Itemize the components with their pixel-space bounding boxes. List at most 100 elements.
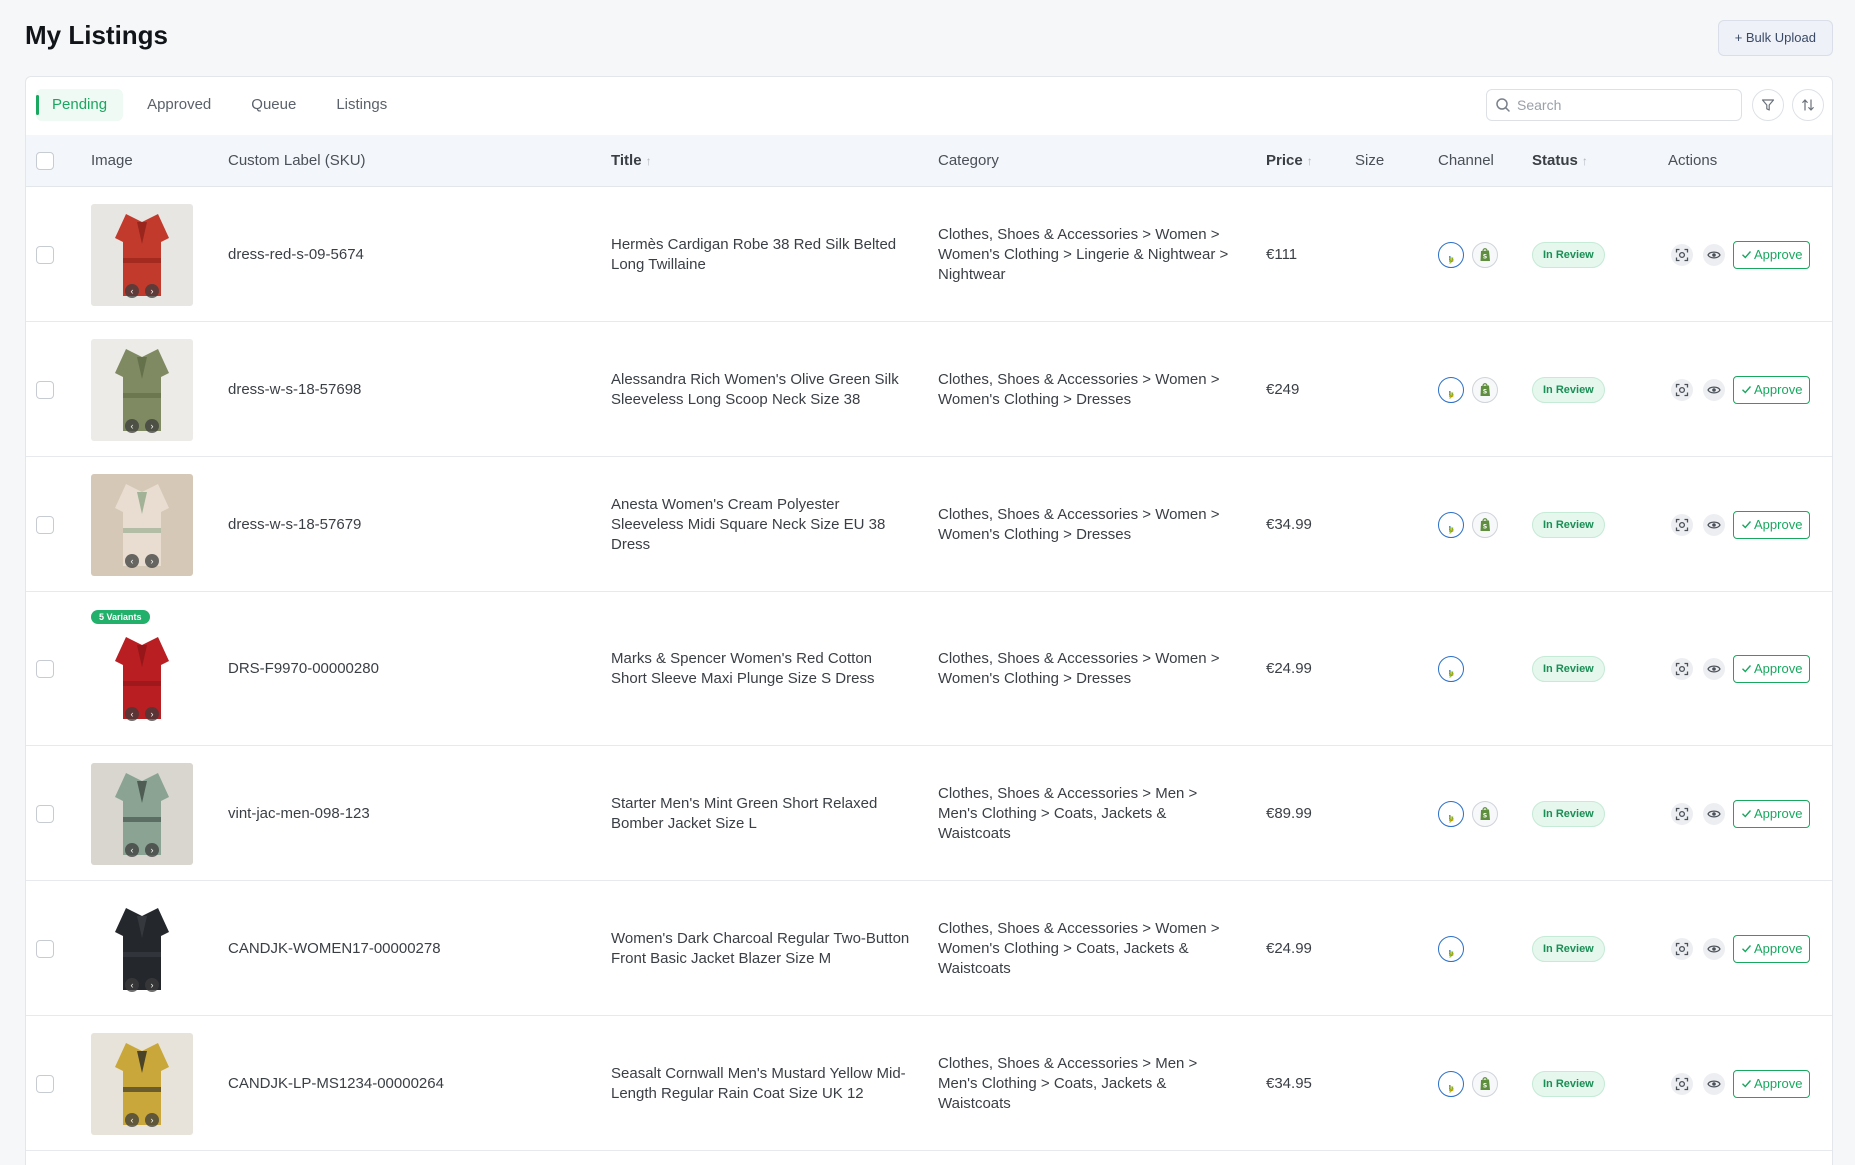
sort-icon bbox=[1802, 99, 1814, 111]
price-cell: €24.99 bbox=[1266, 660, 1312, 677]
prev-image-icon[interactable]: ‹ bbox=[125, 283, 139, 298]
filter-icon bbox=[1761, 99, 1775, 111]
sku-cell: dress-w-s-18-57679 bbox=[228, 515, 362, 533]
focus-preview-button[interactable] bbox=[1671, 243, 1693, 266]
prev-image-icon[interactable]: ‹ bbox=[125, 977, 139, 992]
listings-panel: Pending Approved Queue Listings Image Cu… bbox=[25, 76, 1833, 1165]
focus-preview-button[interactable] bbox=[1671, 378, 1693, 401]
price-cell: €89.99 bbox=[1266, 804, 1312, 822]
focus-preview-button[interactable] bbox=[1671, 802, 1693, 825]
next-image-icon[interactable]: › bbox=[145, 707, 159, 721]
product-thumbnail[interactable]: ‹ › bbox=[91, 203, 193, 306]
view-button[interactable] bbox=[1703, 243, 1725, 266]
search-input[interactable] bbox=[1517, 90, 1737, 120]
focus-icon bbox=[1675, 1077, 1689, 1090]
ebay-icon: ebay bbox=[1438, 1070, 1464, 1097]
status-badge: In Review bbox=[1532, 656, 1605, 682]
image-carousel-nav: ‹ › bbox=[91, 707, 193, 721]
prev-image-icon[interactable]: ‹ bbox=[125, 553, 139, 568]
tab-queue[interactable]: Queue bbox=[235, 89, 312, 121]
svg-text:S: S bbox=[1483, 253, 1487, 260]
product-thumbnail[interactable]: ‹ › bbox=[91, 627, 193, 729]
view-button[interactable] bbox=[1703, 1072, 1725, 1095]
tab-approved[interactable]: Approved bbox=[131, 89, 227, 121]
header-title[interactable]: Title ↑ bbox=[611, 135, 652, 187]
row-checkbox[interactable] bbox=[36, 1074, 54, 1093]
prev-image-icon[interactable]: ‹ bbox=[125, 707, 139, 721]
product-thumbnail[interactable]: ‹ › bbox=[91, 762, 193, 865]
sort-arrow-icon: ↑ bbox=[1581, 154, 1588, 168]
row-checkbox[interactable] bbox=[36, 939, 54, 958]
status-badge: In Review bbox=[1532, 935, 1605, 962]
row-checkbox[interactable] bbox=[36, 245, 54, 264]
approve-label: Approve bbox=[1754, 661, 1803, 676]
bulk-upload-button[interactable]: + Bulk Upload bbox=[1717, 20, 1833, 56]
eye-icon bbox=[1707, 665, 1721, 673]
row-checkbox[interactable] bbox=[36, 380, 54, 399]
focus-preview-button[interactable] bbox=[1671, 937, 1693, 960]
next-image-icon[interactable]: › bbox=[145, 553, 159, 568]
view-button[interactable] bbox=[1703, 658, 1725, 680]
prev-image-icon[interactable]: ‹ bbox=[125, 842, 139, 857]
price-cell: €24.99 bbox=[1266, 939, 1312, 957]
category-text: Clothes, Shoes & Accessories > Women > W… bbox=[938, 370, 1220, 408]
product-thumbnail[interactable]: ‹ › bbox=[91, 338, 193, 441]
tab-bar: Pending Approved Queue Listings bbox=[36, 89, 403, 121]
product-thumbnail[interactable]: ‹ › bbox=[91, 897, 193, 1000]
prev-image-icon[interactable]: ‹ bbox=[125, 1112, 139, 1127]
prev-image-icon[interactable]: ‹ bbox=[125, 418, 139, 433]
approve-button[interactable]: Approve bbox=[1733, 375, 1811, 404]
tab-pending[interactable]: Pending bbox=[36, 89, 124, 121]
header-price[interactable]: Price ↑ bbox=[1266, 135, 1313, 187]
header-status[interactable]: Status ↑ bbox=[1532, 135, 1588, 187]
approve-button[interactable]: Approve bbox=[1733, 510, 1811, 539]
row-checkbox[interactable] bbox=[36, 804, 54, 823]
approve-button[interactable]: Approve bbox=[1733, 799, 1811, 828]
approve-button[interactable]: Approve bbox=[1733, 240, 1811, 269]
ebay-icon: ebay bbox=[1438, 935, 1464, 962]
sku-cell: CANDJK-LP-MS1234-00000264 bbox=[228, 1074, 444, 1092]
eye-icon bbox=[1707, 1080, 1721, 1087]
approve-button[interactable]: Approve bbox=[1733, 655, 1811, 683]
image-carousel-nav: ‹ › bbox=[91, 1112, 193, 1127]
product-thumbnail[interactable]: ‹ › bbox=[91, 473, 193, 576]
view-button[interactable] bbox=[1703, 937, 1725, 960]
focus-preview-button[interactable] bbox=[1671, 1072, 1693, 1095]
select-all-checkbox[interactable] bbox=[36, 152, 54, 170]
status-badge: In Review bbox=[1532, 241, 1605, 268]
next-image-icon[interactable]: › bbox=[145, 977, 159, 992]
view-button[interactable] bbox=[1703, 513, 1725, 536]
sort-button[interactable] bbox=[1792, 89, 1824, 121]
next-image-icon[interactable]: › bbox=[145, 418, 159, 433]
next-image-icon[interactable]: › bbox=[145, 1112, 159, 1127]
sku-cell: CANDJK-WOMEN17-00000278 bbox=[228, 939, 441, 957]
focus-preview-button[interactable] bbox=[1671, 658, 1693, 680]
view-button[interactable] bbox=[1703, 802, 1725, 825]
product-thumbnail[interactable]: ‹ › bbox=[91, 1032, 193, 1135]
variants-badge: 5 Variants bbox=[91, 610, 150, 624]
title-cell: Starter Men's Mint Green Short Relaxed B… bbox=[611, 784, 911, 844]
title-text: Women's Dark Charcoal Regular Two-Button… bbox=[611, 929, 910, 967]
header-sku: Custom Label (SKU) bbox=[228, 152, 366, 169]
focus-preview-button[interactable] bbox=[1671, 513, 1693, 536]
focus-icon bbox=[1675, 662, 1689, 676]
row-checkbox[interactable] bbox=[36, 660, 54, 678]
category-text: Clothes, Shoes & Accessories > Men > Men… bbox=[938, 784, 1198, 842]
filter-button[interactable] bbox=[1752, 89, 1784, 121]
category-cell: Clothes, Shoes & Accessories > Women > W… bbox=[938, 638, 1238, 700]
approve-button[interactable]: Approve bbox=[1733, 934, 1811, 963]
focus-icon bbox=[1675, 383, 1689, 396]
view-button[interactable] bbox=[1703, 378, 1725, 401]
image-carousel-nav: ‹ › bbox=[91, 418, 193, 433]
eye-icon bbox=[1707, 521, 1721, 528]
shopify-icon: S bbox=[1472, 376, 1498, 403]
table-row: ‹ › dress-w-s-18-57679 Anesta Women's Cre… bbox=[26, 457, 1832, 592]
tab-listings[interactable]: Listings bbox=[320, 89, 403, 121]
row-checkbox[interactable] bbox=[36, 515, 54, 534]
next-image-icon[interactable]: › bbox=[145, 283, 159, 298]
sku-cell: dress-w-s-18-57698 bbox=[228, 380, 362, 398]
next-image-icon[interactable]: › bbox=[145, 842, 159, 857]
approve-button[interactable]: Approve bbox=[1733, 1069, 1811, 1098]
category-text: Clothes, Shoes & Accessories > Women > W… bbox=[938, 919, 1220, 977]
image-carousel-nav: ‹ › bbox=[91, 553, 193, 568]
